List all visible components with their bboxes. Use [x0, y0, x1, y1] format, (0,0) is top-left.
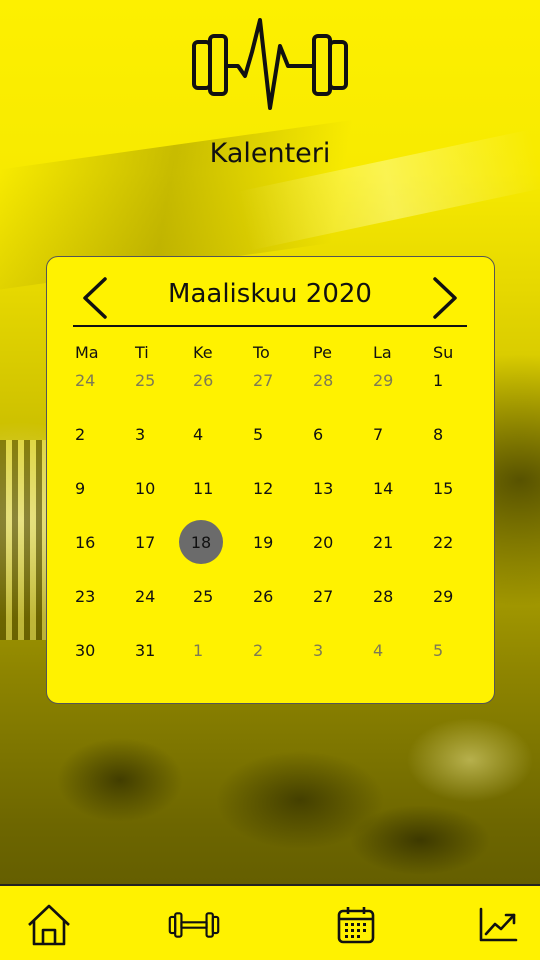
calendar-day[interactable]: 21	[367, 520, 411, 564]
calendar-day[interactable]: 26	[247, 574, 291, 618]
dumbbell-heartbeat-icon	[190, 16, 350, 112]
calendar-day-selected[interactable]: 18	[179, 520, 223, 564]
calendar-day[interactable]: 9	[69, 466, 113, 510]
calendar-day[interactable]: 5	[427, 628, 471, 672]
calendar-day[interactable]: 5	[247, 412, 291, 456]
chevron-right-icon	[433, 277, 457, 319]
calendar-day[interactable]: 6	[307, 412, 351, 456]
calendar-day[interactable]: 29	[367, 358, 411, 402]
calendar-day[interactable]: 4	[187, 412, 231, 456]
calendar-day[interactable]: 1	[427, 358, 471, 402]
calendar-card: Maaliskuu 2020 Ma Ti Ke To Pe La Su 24 25 26 27 28…	[46, 256, 495, 704]
calendar-day[interactable]: 14	[367, 466, 411, 510]
calendar-day[interactable]: 31	[129, 628, 173, 672]
calendar-day[interactable]: 28	[367, 574, 411, 618]
calendar-day[interactable]: 28	[307, 358, 351, 402]
calendar-day[interactable]: 3	[129, 412, 173, 456]
calendar-day[interactable]: 29	[427, 574, 471, 618]
calendar-day[interactable]: 24	[69, 358, 113, 402]
calendar-day[interactable]: 10	[129, 466, 173, 510]
calendar-header: Maaliskuu 2020	[73, 271, 467, 327]
calendar-day[interactable]: 27	[247, 358, 291, 402]
nav-calendar-button[interactable]	[330, 900, 382, 950]
calendar-day[interactable]: 8	[427, 412, 471, 456]
calendar-day[interactable]: 30	[69, 628, 113, 672]
calendar-day[interactable]: 11	[187, 466, 231, 510]
calendar-day[interactable]: 19	[247, 520, 291, 564]
calendar-icon	[337, 907, 375, 944]
calendar-day[interactable]: 1	[187, 628, 231, 672]
bottom-nav	[0, 884, 540, 960]
calendar-day[interactable]: 2	[69, 412, 113, 456]
calendar-day[interactable]: 3	[307, 628, 351, 672]
calendar-day[interactable]: 15	[427, 466, 471, 510]
calendar-day[interactable]: 25	[129, 358, 173, 402]
month-label: Maaliskuu 2020	[168, 279, 372, 309]
calendar-day[interactable]: 13	[307, 466, 351, 510]
calendar-day[interactable]: 20	[307, 520, 351, 564]
next-month-button[interactable]	[425, 275, 465, 321]
dumbbell-icon	[168, 912, 220, 938]
nav-progress-button[interactable]	[472, 900, 524, 950]
calendar-day[interactable]: 4	[367, 628, 411, 672]
nav-home-button[interactable]	[23, 900, 75, 950]
page-title: Kalenteri	[209, 138, 331, 169]
calendar-day[interactable]: 23	[69, 574, 113, 618]
nav-workouts-button[interactable]	[168, 900, 220, 950]
app-screen: Kalenteri Maaliskuu 2020 Ma Ti Ke To Pe La Su …	[0, 0, 540, 960]
calendar-day[interactable]: 24	[129, 574, 173, 618]
calendar-day[interactable]: 27	[307, 574, 351, 618]
calendar-day[interactable]: 2	[247, 628, 291, 672]
calendar-day[interactable]: 12	[247, 466, 291, 510]
calendar-day[interactable]: 25	[187, 574, 231, 618]
calendar-day[interactable]: 16	[69, 520, 113, 564]
calendar-day[interactable]: 7	[367, 412, 411, 456]
chevron-left-icon	[83, 277, 107, 319]
home-icon	[28, 904, 70, 946]
calendar-day[interactable]: 26	[187, 358, 231, 402]
prev-month-button[interactable]	[75, 275, 115, 321]
calendar-day[interactable]: 22	[427, 520, 471, 564]
chart-trend-icon	[479, 907, 518, 942]
calendar-day[interactable]: 17	[129, 520, 173, 564]
background-dumbbells	[0, 700, 540, 890]
